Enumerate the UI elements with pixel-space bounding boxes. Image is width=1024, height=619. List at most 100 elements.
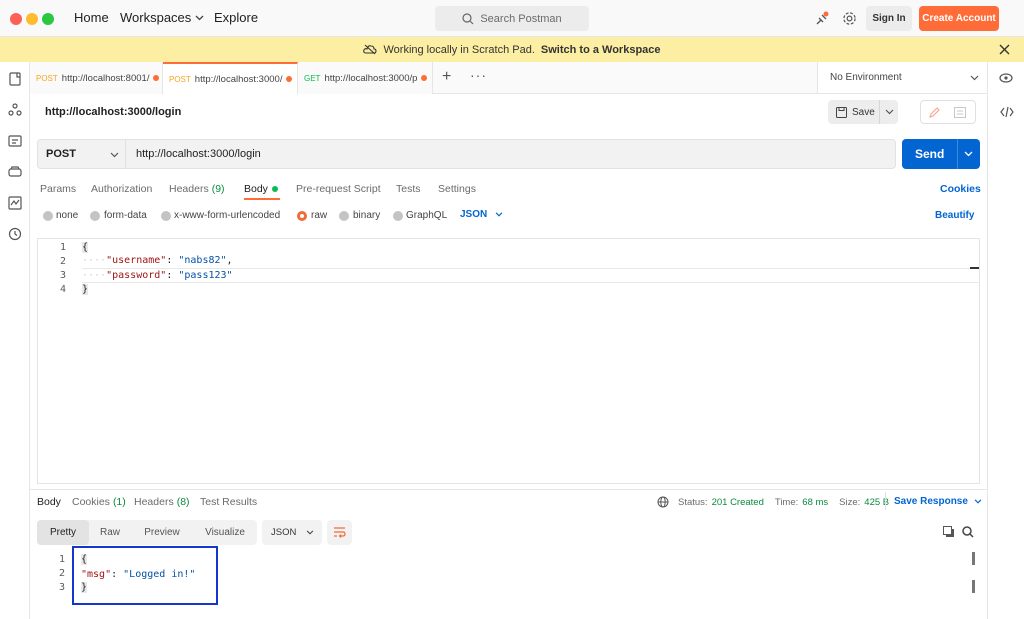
chevron-down-icon[interactable] xyxy=(885,109,894,115)
request-tab[interactable]: POST http://localhost:8001/ xyxy=(30,62,163,94)
radio-form-data[interactable] xyxy=(90,211,100,221)
request-tab[interactable]: GET http://localhost:3000/p xyxy=(298,62,433,94)
chevron-down-icon xyxy=(110,152,119,158)
gear-icon[interactable] xyxy=(842,11,857,29)
tab-method: POST xyxy=(169,74,191,84)
body-format-label: JSON xyxy=(460,209,488,220)
history-icon[interactable] xyxy=(8,227,22,241)
line-number: 3 xyxy=(59,270,66,281)
environment-select[interactable]: No Environment xyxy=(817,62,987,94)
method-select[interactable]: POST xyxy=(38,140,126,168)
environments-icon[interactable] xyxy=(8,165,22,179)
tab-authorization[interactable]: Authorization xyxy=(91,183,152,195)
copy-icon[interactable] xyxy=(943,526,955,538)
view-tab-raw[interactable]: Raw xyxy=(89,520,131,545)
tab-tests[interactable]: Tests xyxy=(396,183,421,195)
response-status: Status: 201 Created Time: 68 ms Size: 42… xyxy=(678,497,889,508)
line-number: 4 xyxy=(59,284,66,295)
response-tab-test-results[interactable]: Test Results xyxy=(200,496,257,508)
code-brace: } xyxy=(82,284,89,295)
tab-body[interactable]: Body xyxy=(244,183,278,195)
apis-icon[interactable] xyxy=(8,103,22,117)
url-input[interactable]: http://localhost:3000/login xyxy=(136,148,261,160)
highlight-box xyxy=(72,546,218,605)
response-tab-headers[interactable]: Headers (8) xyxy=(134,496,190,508)
tab-settings[interactable]: Settings xyxy=(438,183,476,195)
scrollbar-thumb[interactable] xyxy=(972,552,975,565)
search-input[interactable]: Search Postman xyxy=(435,6,589,31)
send-button[interactable]: Send xyxy=(902,139,980,169)
tab-method: GET xyxy=(304,73,321,83)
more-tabs-icon[interactable]: ··· xyxy=(470,67,487,83)
nav-workspaces[interactable]: Workspaces xyxy=(120,10,204,25)
request-tab-active[interactable]: POST http://localhost:3000/ xyxy=(163,62,298,94)
right-sidebar xyxy=(987,62,1024,619)
chevron-down-icon[interactable] xyxy=(964,151,973,157)
tab-url: http://localhost:8001/ xyxy=(61,72,150,84)
title-bar: Home Workspaces Explore Search Postman S… xyxy=(0,0,1024,37)
radio-raw-label: raw xyxy=(311,210,328,221)
globe-icon[interactable] xyxy=(657,496,669,508)
code-icon[interactable] xyxy=(1000,105,1014,119)
json-sep: : xyxy=(166,255,179,266)
tab-headers-count: (9) xyxy=(211,183,225,195)
switch-workspace-link[interactable]: Switch to a Workspace xyxy=(541,44,661,56)
mock-servers-icon[interactable] xyxy=(8,134,22,148)
request-body-editor[interactable]: 1 2 3 4 { ····"username": "nabs82", ····… xyxy=(37,238,980,484)
active-tab-underline xyxy=(244,198,280,200)
status-value: 201 Created xyxy=(711,497,764,508)
new-tab-plus-icon[interactable]: + xyxy=(442,69,451,85)
maximize-window-icon[interactable] xyxy=(42,13,54,25)
satellite-icon[interactable] xyxy=(814,11,830,30)
json-value: "nabs82" xyxy=(178,255,227,266)
view-tab-visualize[interactable]: Visualize xyxy=(193,520,257,545)
sign-in-button[interactable]: Sign In xyxy=(866,6,912,31)
response-format-label: JSON xyxy=(271,527,297,538)
tab-params[interactable]: Params xyxy=(40,183,76,195)
documentation-icon[interactable] xyxy=(954,107,966,118)
response-tab-body[interactable]: Body xyxy=(37,496,61,508)
scrollbar-thumb[interactable] xyxy=(972,580,975,593)
radio-binary[interactable] xyxy=(339,211,349,221)
radio-urlencoded-label: x-www-form-urlencoded xyxy=(174,210,281,221)
tab-prerequest-script[interactable]: Pre-request Script xyxy=(296,183,381,195)
cookies-link[interactable]: Cookies xyxy=(940,183,981,195)
tab-url: http://localhost:3000/p xyxy=(324,72,418,84)
response-tab-cookies[interactable]: Cookies (1) xyxy=(72,496,126,508)
radio-graphql[interactable] xyxy=(393,211,403,221)
tab-method: POST xyxy=(36,73,58,83)
pencil-icon[interactable] xyxy=(929,107,940,118)
search-icon xyxy=(462,12,474,24)
monitors-icon[interactable] xyxy=(8,196,22,210)
view-tab-preview[interactable]: Preview xyxy=(131,520,193,545)
close-window-icon[interactable] xyxy=(10,13,22,25)
json-comma: , xyxy=(226,255,233,266)
minimize-window-icon[interactable] xyxy=(26,13,38,25)
time-value: 68 ms xyxy=(802,497,829,508)
radio-none[interactable] xyxy=(43,211,53,221)
save-button[interactable]: Save xyxy=(828,100,898,124)
response-format-select[interactable]: JSON xyxy=(262,520,322,545)
unsaved-dot-icon xyxy=(421,75,428,81)
wrap-lines-button[interactable] xyxy=(327,520,352,545)
beautify-link[interactable]: Beautify xyxy=(935,210,974,221)
create-account-button[interactable]: Create Account xyxy=(919,6,999,31)
nav-home[interactable]: Home xyxy=(74,10,109,25)
tab-body-label: Body xyxy=(244,183,268,195)
search-placeholder: Search Postman xyxy=(480,12,562,25)
nav-explore[interactable]: Explore xyxy=(214,10,258,25)
view-tab-pretty[interactable]: Pretty xyxy=(37,520,89,545)
code-brace: { xyxy=(82,242,89,253)
collections-icon[interactable] xyxy=(8,72,22,86)
body-format-select[interactable]: JSON xyxy=(460,209,503,220)
search-icon[interactable] xyxy=(962,526,974,538)
unsaved-dot-icon xyxy=(153,75,160,81)
line-number: 2 xyxy=(59,256,66,267)
response-tab-headers-label: Headers xyxy=(134,496,174,508)
tab-headers[interactable]: Headers (9) xyxy=(169,183,225,195)
save-response-button[interactable]: Save Response xyxy=(894,496,982,507)
close-icon[interactable] xyxy=(999,44,1010,55)
radio-raw[interactable] xyxy=(297,211,307,221)
eye-icon[interactable] xyxy=(988,71,1024,85)
radio-urlencoded[interactable] xyxy=(161,211,171,221)
